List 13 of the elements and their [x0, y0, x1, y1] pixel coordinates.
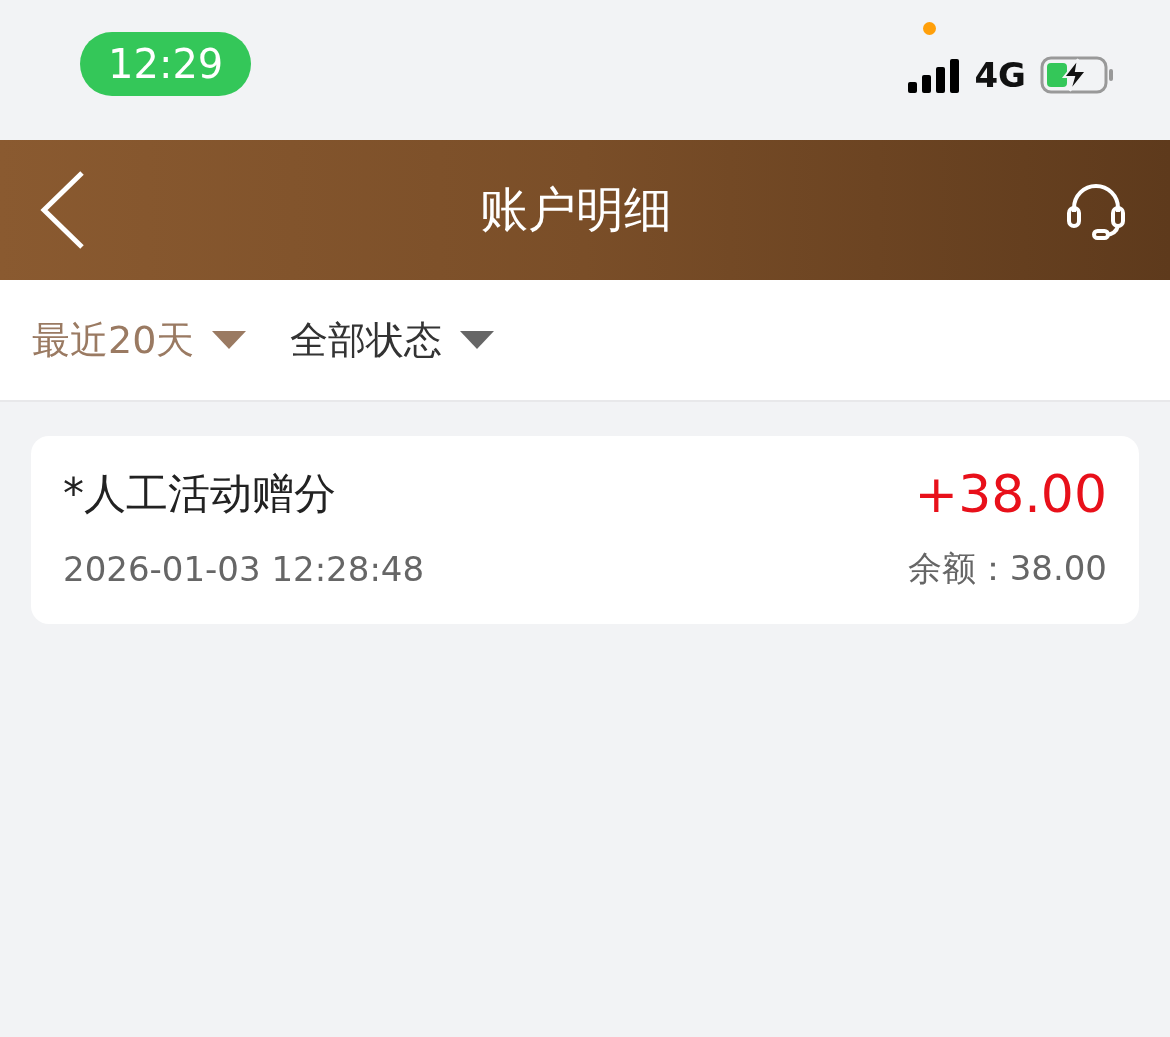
page-title: 账户明细 — [480, 180, 672, 239]
balance-text: 余额：38.00 — [907, 547, 1107, 590]
record-title: *人工活动赠分 — [63, 468, 337, 520]
back-icon[interactable] — [40, 170, 86, 250]
record-amount: +38.00 — [914, 464, 1107, 524]
battery-charging-icon — [1040, 56, 1114, 94]
network-label: 4G — [974, 55, 1026, 95]
filter-dropdown[interactable]: 全部状态 — [290, 314, 495, 366]
signal-icon — [908, 57, 961, 93]
filter-dropdown[interactable]: 最近20天 — [32, 314, 247, 366]
clock-time: 12:29 — [80, 32, 252, 96]
privacy-indicator-dot — [923, 22, 936, 35]
record-datetime: 2026-01-03 12:28:48 — [63, 549, 426, 589]
